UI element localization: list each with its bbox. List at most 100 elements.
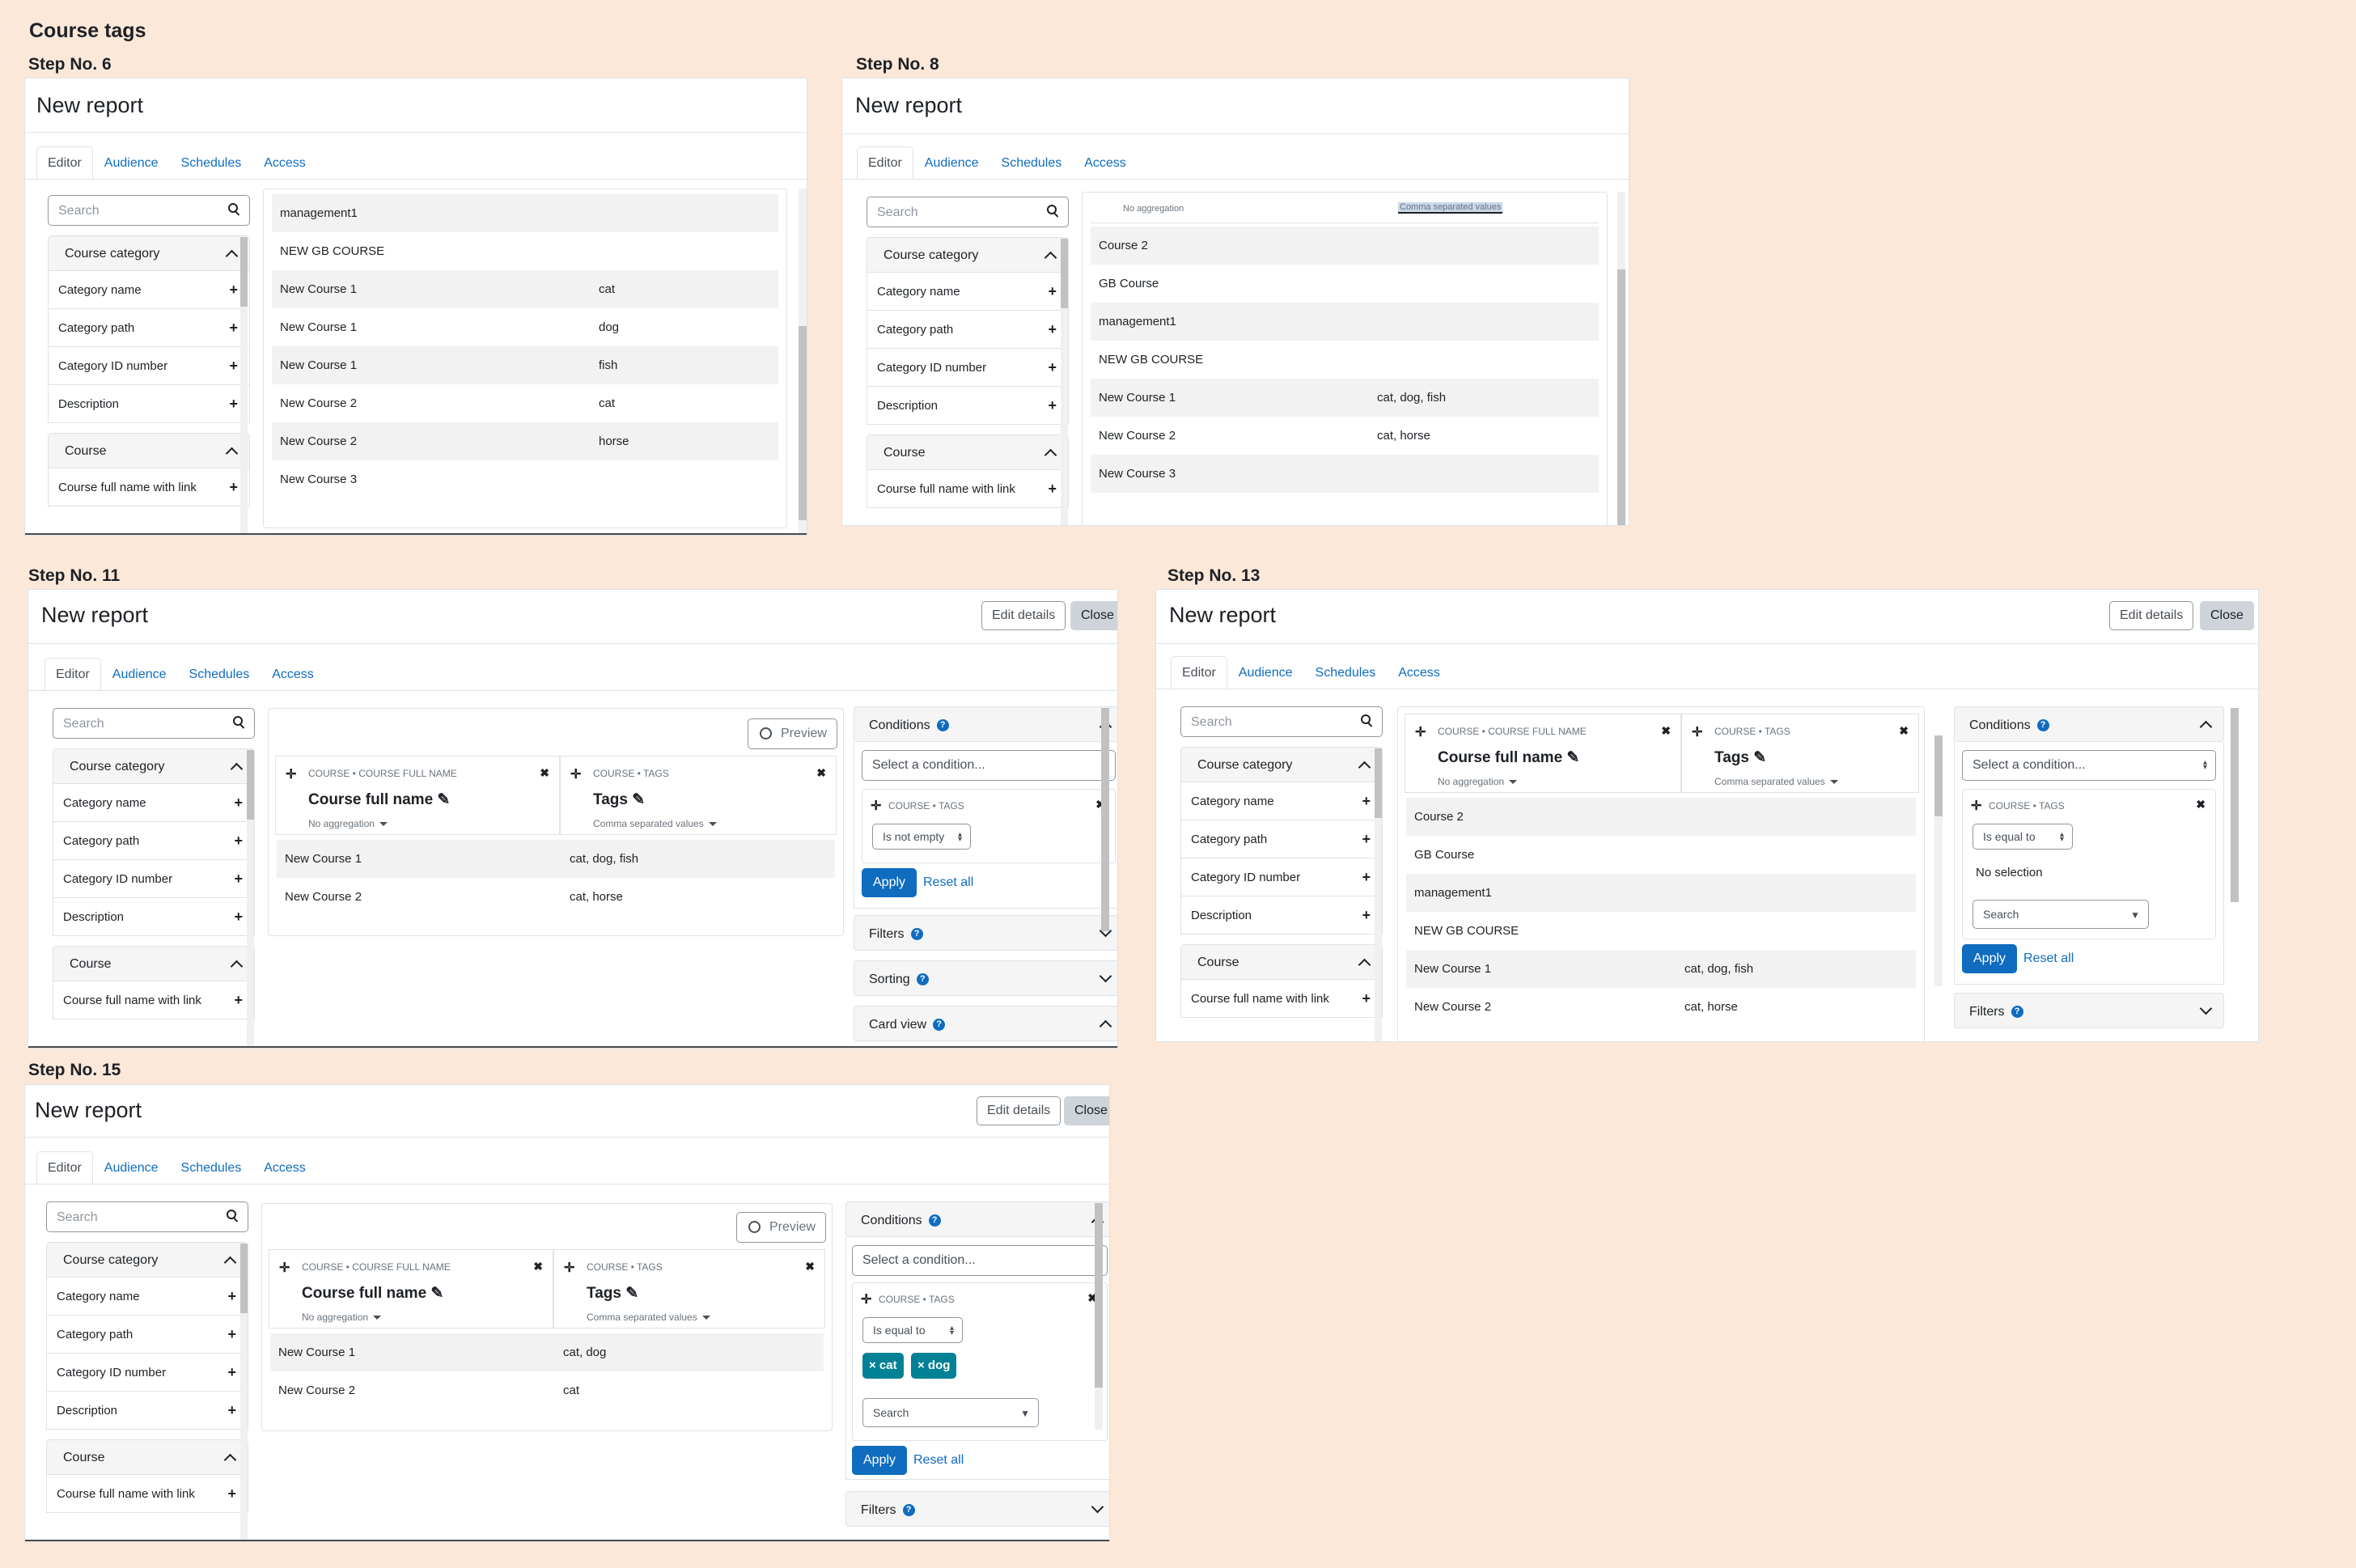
condition-select[interactable]: Select a condition...▴▾ (852, 1245, 1108, 1276)
filters-header[interactable]: Filters? (854, 915, 1117, 951)
course-category-header[interactable]: Course category (1180, 747, 1383, 782)
apply-button[interactable]: Apply (852, 1446, 908, 1475)
add-icon[interactable]: + (229, 282, 238, 297)
course-header[interactable]: Course (1180, 944, 1383, 980)
add-icon[interactable]: + (1048, 360, 1057, 375)
sidebar-item-category-name[interactable]: Category name + (46, 1278, 248, 1316)
filters-header[interactable]: Filters? (845, 1491, 1109, 1527)
tag-pill-cat[interactable]: × cat (862, 1353, 904, 1379)
sidebar-item-course-full-name[interactable]: Course full name with link + (53, 981, 255, 1019)
remove-column-icon[interactable]: ✖ (533, 1260, 543, 1273)
reset-all-link[interactable]: Reset all (923, 875, 973, 890)
add-icon[interactable]: + (227, 1365, 236, 1379)
condition-select[interactable]: Select a condition...▴▾ (1962, 750, 2216, 781)
sidebar-item-category-id[interactable]: Category ID number + (48, 347, 250, 385)
add-icon[interactable]: + (229, 358, 238, 373)
add-icon[interactable]: + (234, 871, 243, 886)
sidebar-item-category-id[interactable]: Category ID number + (46, 1354, 248, 1392)
sidebar-item-category-id[interactable]: Category ID number + (1180, 858, 1383, 896)
column-name[interactable]: Tags ✎ (587, 1284, 638, 1303)
table-scrollbar[interactable] (1934, 735, 1943, 986)
reset-all-link[interactable]: Reset all (913, 1453, 964, 1468)
search-input[interactable]: Search (46, 1201, 248, 1232)
help-icon[interactable]: ? (928, 1214, 941, 1227)
search-icon[interactable] (1361, 714, 1374, 727)
sidebar-item-category-path[interactable]: Category path + (46, 1316, 248, 1354)
remove-column-icon[interactable]: ✖ (1661, 724, 1671, 738)
aggregation-dropdown[interactable]: Comma separated values (587, 1312, 710, 1323)
sidebar-item-description[interactable]: Description + (46, 1392, 248, 1430)
column-name[interactable]: Tags ✎ (593, 790, 645, 809)
search-icon[interactable] (227, 1210, 239, 1223)
course-header[interactable]: Course (867, 434, 1069, 470)
conditions-scrollbar[interactable] (1101, 708, 1109, 931)
move-icon[interactable]: ✛ (861, 1291, 871, 1307)
operator-select[interactable]: Is equal to ▴ ▾ (1973, 824, 2073, 850)
tab-editor[interactable]: Editor (1171, 656, 1227, 689)
conditions-scrollbar[interactable] (1095, 1203, 1103, 1430)
search-input[interactable]: Search (867, 197, 1069, 227)
conditions-header[interactable]: Conditions? (854, 706, 1117, 742)
apply-button[interactable]: Apply (862, 868, 917, 897)
aggregation-dropdown[interactable]: No aggregation (302, 1312, 381, 1323)
tab-access[interactable]: Access (1073, 146, 1138, 179)
card-view-header[interactable]: Card view? (854, 1006, 1117, 1041)
edit-details-button[interactable]: Edit details (981, 601, 1066, 630)
help-icon[interactable]: ? (933, 1019, 946, 1032)
tab-editor[interactable]: Editor (44, 658, 101, 690)
tab-access[interactable]: Access (261, 658, 325, 690)
add-icon[interactable]: + (227, 1289, 236, 1303)
move-icon[interactable]: ✛ (286, 766, 296, 782)
tab-audience[interactable]: Audience (1227, 656, 1304, 689)
add-icon[interactable]: + (229, 320, 238, 335)
sidebar-item-course-full-name[interactable]: Course full name with link + (867, 470, 1069, 508)
add-icon[interactable]: + (1362, 870, 1371, 884)
column-header-tags[interactable]: ✛ COURSE • TAGS ✖ Tags ✎ Comma separated… (553, 1249, 825, 1329)
sidebar-item-description[interactable]: Description + (48, 385, 250, 423)
aggregation-dropdown[interactable]: No aggregation (1438, 776, 1517, 787)
sidebar-item-category-id[interactable]: Category ID number + (867, 349, 1069, 387)
tab-audience[interactable]: Audience (101, 658, 178, 690)
tag-search-select[interactable]: Search ▼ (1973, 900, 2149, 929)
main-scrollbar[interactable] (1617, 192, 1625, 525)
sorting-header[interactable]: Sorting? (854, 960, 1117, 996)
add-icon[interactable]: + (1048, 398, 1057, 413)
search-icon[interactable] (233, 716, 246, 729)
tab-editor[interactable]: Editor (36, 146, 93, 179)
sidebar-scrollbar[interactable] (240, 237, 248, 535)
sidebar-item-description[interactable]: Description + (867, 387, 1069, 425)
tab-schedules[interactable]: Schedules (170, 146, 253, 179)
remove-column-icon[interactable]: ✖ (540, 766, 549, 780)
help-icon[interactable]: ? (910, 928, 923, 941)
main-scrollbar[interactable] (799, 189, 807, 535)
course-category-header[interactable]: Course category (53, 748, 255, 784)
sidebar-item-course-full-name[interactable]: Course full name with link + (48, 468, 250, 506)
move-icon[interactable]: ✛ (1692, 724, 1702, 740)
operator-select[interactable]: Is equal to ▴ ▾ (862, 1317, 963, 1343)
sidebar-item-description[interactable]: Description + (53, 898, 255, 936)
conditions-scrollbar[interactable] (2231, 708, 2239, 902)
tab-audience[interactable]: Audience (913, 146, 990, 179)
move-icon[interactable]: ✛ (570, 766, 581, 782)
sidebar-item-category-name[interactable]: Category name + (1180, 782, 1383, 820)
column-header-fullname[interactable]: ✛ COURSE • COURSE FULL NAME ✖ Course ful… (1405, 714, 1681, 793)
sidebar-item-description[interactable]: Description + (1180, 896, 1383, 934)
add-icon[interactable]: + (1048, 284, 1057, 299)
remove-column-icon[interactable]: ✖ (816, 766, 826, 780)
column-name[interactable]: Course full name ✎ (308, 790, 450, 809)
tab-audience[interactable]: Audience (93, 146, 170, 179)
tab-schedules[interactable]: Schedules (990, 146, 1074, 179)
conditions-header[interactable]: Conditions? (845, 1201, 1109, 1237)
reset-all-link[interactable]: Reset all (2023, 951, 2074, 966)
tab-access[interactable]: Access (252, 146, 317, 179)
sidebar-item-category-path[interactable]: Category path + (1180, 820, 1383, 858)
sidebar-item-category-path[interactable]: Category path + (48, 309, 250, 347)
column-name[interactable]: Tags ✎ (1714, 748, 1766, 767)
move-icon[interactable]: ✛ (1415, 724, 1426, 740)
sidebar-item-category-id[interactable]: Category ID number + (53, 860, 255, 898)
help-icon[interactable]: ? (2011, 1006, 2023, 1019)
search-input[interactable]: Search (1180, 706, 1383, 737)
sidebar-item-course-full-name[interactable]: Course full name with link + (1180, 980, 1383, 1018)
add-icon[interactable]: + (234, 795, 243, 810)
add-icon[interactable]: + (234, 833, 243, 848)
